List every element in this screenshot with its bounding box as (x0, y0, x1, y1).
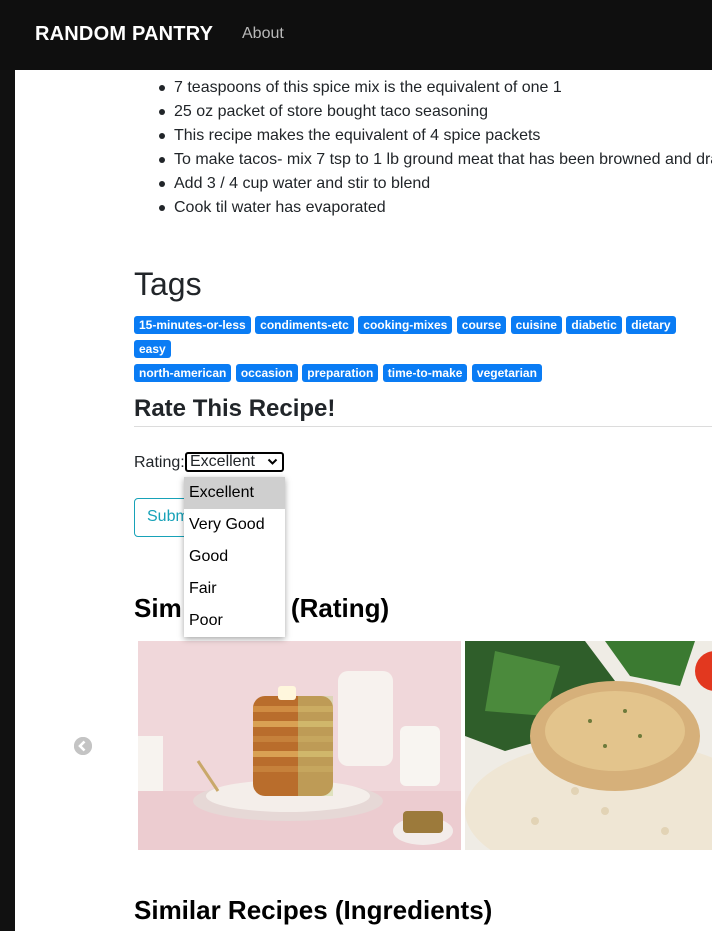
list-item: 7 teaspoons of this spice mix is the equ… (134, 76, 712, 100)
tag-badge[interactable]: cooking-mixes (358, 316, 453, 334)
rating-select[interactable]: Excellent (185, 452, 284, 472)
tag-badge[interactable]: preparation (302, 364, 379, 382)
tag-badge[interactable]: vegetarian (471, 364, 542, 382)
tags-heading: Tags (134, 266, 202, 302)
list-item: Cook til water has evaporated (134, 196, 712, 220)
rating-option-poor[interactable]: Poor (184, 605, 285, 637)
tag-badge[interactable]: 15-minutes-or-less (134, 316, 251, 334)
rating-select-value: Excellent (190, 453, 255, 470)
list-item: To make tacos- mix 7 tsp to 1 lb ground … (134, 148, 712, 172)
tag-badge[interactable]: condiments-etc (255, 316, 354, 334)
recipe-thumbnail-pancakes[interactable] (138, 641, 461, 850)
rating-label: Rating: (134, 454, 185, 471)
rating-option-good[interactable]: Good (184, 541, 285, 573)
directions-list: 7 teaspoons of this spice mix is the equ… (134, 76, 712, 220)
main-content: 7 teaspoons of this spice mix is the equ… (15, 70, 712, 931)
tag-badge[interactable]: cuisine (510, 316, 562, 334)
rate-recipe-heading: Rate This Recipe! (134, 395, 336, 422)
tag-badge[interactable]: course (456, 316, 507, 334)
list-item: This recipe makes the equivalent of 4 sp… (134, 124, 712, 148)
tag-badge[interactable]: occasion (235, 364, 298, 382)
tag-badge[interactable]: dietary (626, 316, 676, 334)
tag-list: 15-minutes-or-less condiments-etc cookin… (134, 316, 712, 388)
nav-link-about[interactable]: About (242, 25, 284, 43)
similar-ingredients-heading: Similar Recipes (Ingredients) (134, 895, 493, 925)
rating-option-very-good[interactable]: Very Good (184, 509, 285, 541)
chevron-down-icon (267, 456, 278, 472)
list-item: 25 oz packet of store bought taco season… (134, 100, 712, 124)
similar-rating-heading-start: Sim (134, 593, 182, 623)
recipe-thumbnail-chicken[interactable] (465, 641, 712, 850)
tag-badge[interactable]: easy (134, 340, 171, 358)
navbar: RANDOM PANTRY About (0, 0, 712, 70)
brand-logo[interactable]: RANDOM PANTRY (35, 23, 213, 46)
chevron-left-circle-icon[interactable] (74, 737, 92, 755)
tag-badge[interactable]: north-american (134, 364, 232, 382)
divider (134, 426, 712, 427)
rating-option-excellent[interactable]: Excellent (184, 477, 285, 509)
tag-badge[interactable]: time-to-make (382, 364, 468, 382)
list-item: Add 3 / 4 cup water and stir to blend (134, 172, 712, 196)
tag-badge[interactable]: diabetic (566, 316, 622, 334)
rating-option-fair[interactable]: Fair (184, 573, 285, 605)
rating-dropdown-menu: Excellent Very Good Good Fair Poor (184, 477, 285, 637)
